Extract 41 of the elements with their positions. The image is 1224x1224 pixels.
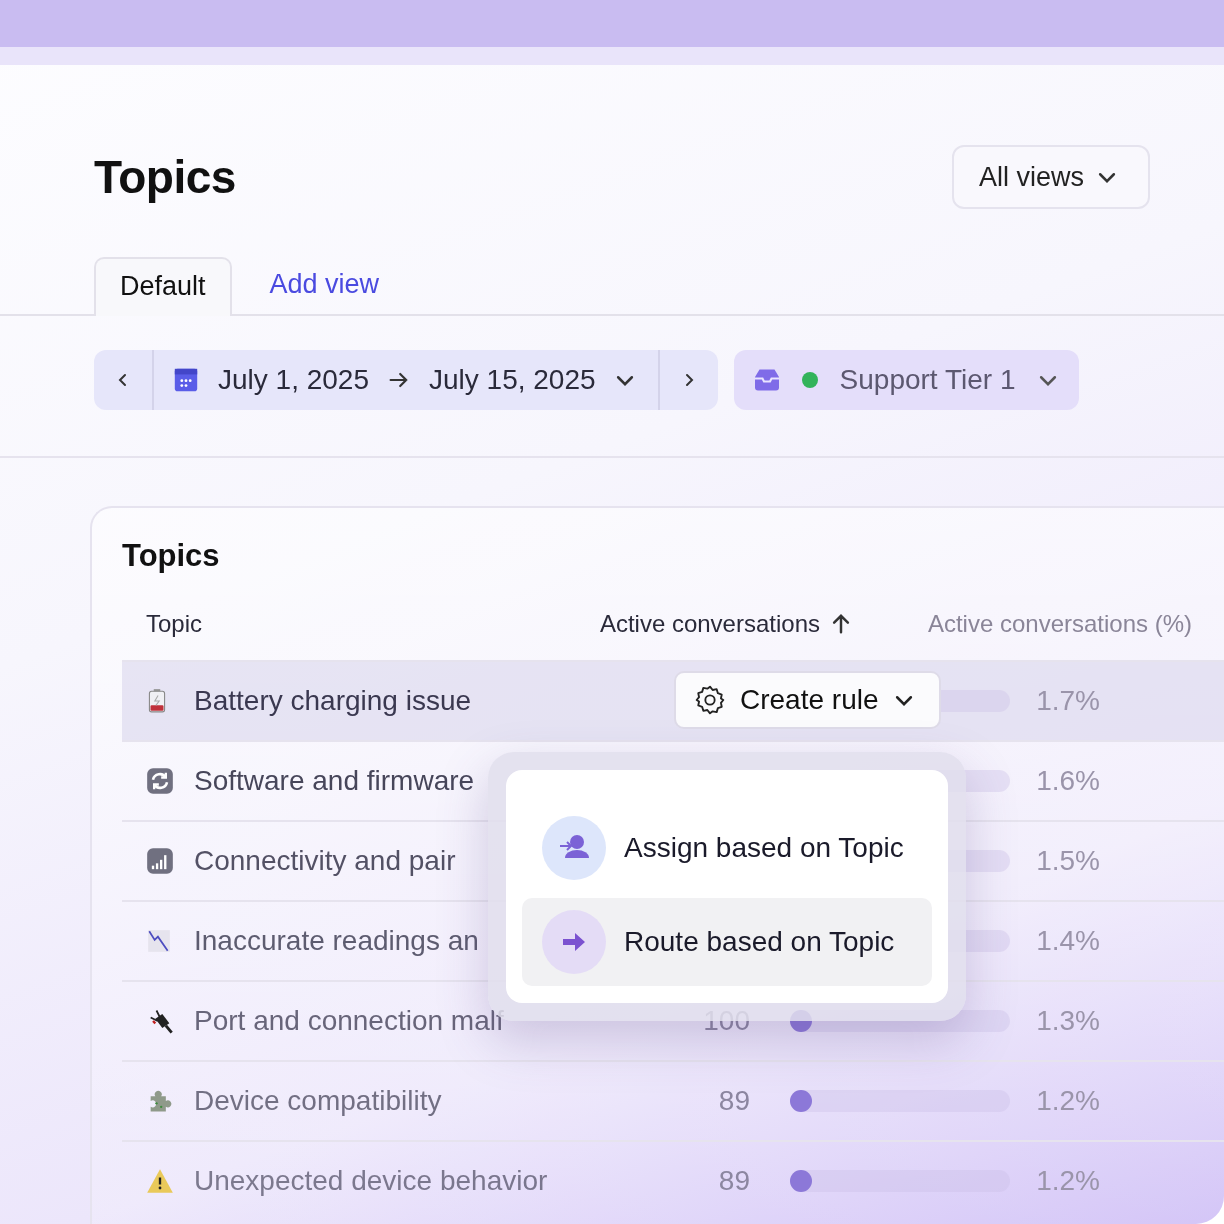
topic-name: Connectivity and pair bbox=[194, 845, 457, 877]
tab[interactable]: Default bbox=[94, 257, 232, 316]
topic-name: Device compatibility bbox=[194, 1085, 443, 1117]
status-dot bbox=[801, 372, 818, 388]
percentage: 1.6% bbox=[1035, 765, 1100, 797]
create-rule-button[interactable]: Create rule bbox=[674, 671, 941, 729]
refresh-icon bbox=[146, 767, 174, 795]
calendar-icon bbox=[172, 366, 200, 394]
column-header[interactable]: Topic bbox=[146, 610, 542, 638]
topic-name: Unexpected device behavior bbox=[194, 1165, 549, 1197]
topic-name: Software and firmware bbox=[194, 765, 476, 797]
topic-name: Battery charging issue bbox=[194, 685, 473, 717]
start-date: July 1, 2025 bbox=[218, 364, 369, 396]
signal-bars-icon bbox=[146, 847, 174, 875]
percentage: 1.2% bbox=[1035, 1085, 1100, 1117]
topic-name: Port and connection malf bbox=[194, 1005, 505, 1037]
arrow-right-icon bbox=[542, 910, 606, 974]
topic-name: Inaccurate readings an bbox=[194, 925, 480, 957]
table-row[interactable]: Battery charging issue Create rule 1.7% bbox=[122, 660, 1224, 740]
percentage: 1.2% bbox=[1035, 1165, 1100, 1197]
chart-down-icon bbox=[146, 928, 172, 954]
page-title: Topics bbox=[94, 150, 236, 204]
battery-icon bbox=[146, 688, 168, 714]
menu-item[interactable]: Assign based on Topic bbox=[522, 804, 932, 892]
percentage: 1.4% bbox=[1035, 925, 1100, 957]
percentage: 1.3% bbox=[1035, 1005, 1100, 1037]
conversation-count: 100 bbox=[703, 1005, 750, 1036]
card-title: Topics bbox=[122, 538, 221, 574]
inbox-filter[interactable]: Support Tier 1 bbox=[733, 350, 1080, 410]
menu-item[interactable]: Route based on Topic bbox=[522, 898, 932, 986]
views-dropdown[interactable]: All views bbox=[951, 145, 1150, 209]
conversation-count: 89 bbox=[718, 1165, 750, 1196]
column-header[interactable]: Active conversations bbox=[542, 610, 862, 638]
conversation-count: 89 bbox=[718, 1085, 750, 1116]
tab[interactable]: Add view bbox=[269, 257, 380, 314]
percentage: 1.5% bbox=[1035, 845, 1100, 877]
percentage: 1.7% bbox=[1035, 685, 1100, 717]
warning-icon bbox=[146, 1167, 174, 1195]
end-date: July 15, 2025 bbox=[429, 364, 596, 396]
assign-person-icon bbox=[542, 816, 606, 880]
settings-icon bbox=[694, 684, 726, 716]
